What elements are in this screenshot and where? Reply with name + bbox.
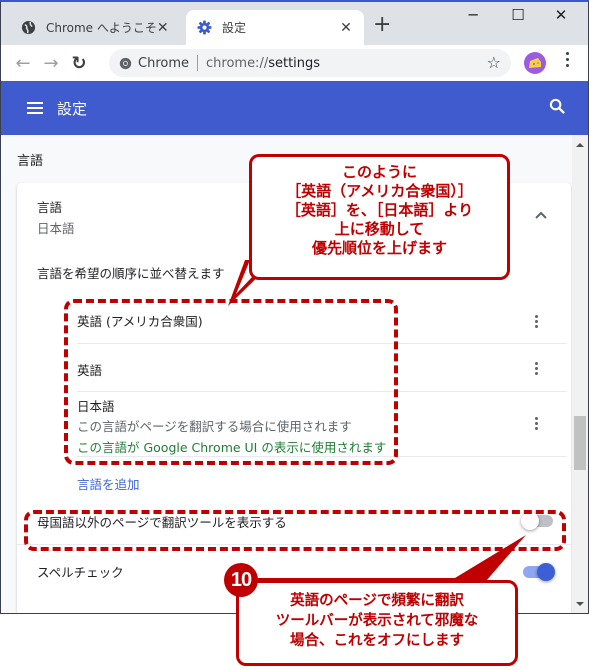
spellcheck-toggle[interactable]	[523, 563, 555, 581]
callout-line: 英語のページで頻繁に翻訳	[290, 593, 464, 609]
language-note: この言語がページを翻訳する場合に使用されます	[77, 419, 352, 434]
tab-label: Chrome へようこそ	[46, 21, 157, 35]
gear-icon	[196, 20, 212, 36]
address-bar[interactable]: Chrome chrome://settings ☆	[109, 49, 511, 77]
close-tab-icon[interactable]: ✕	[157, 20, 169, 36]
tab-settings[interactable]: 設定 ✕	[186, 10, 364, 45]
more-options-icon[interactable]	[533, 315, 539, 328]
close-window-button[interactable]: ✕	[546, 6, 576, 24]
separator	[197, 55, 198, 71]
add-language-link[interactable]: 言語を追加	[77, 474, 140, 493]
globe-icon	[21, 20, 36, 36]
callout-bottom: 英語のページで頻繁に翻訳 ツールバーが表示されて邪魔な 場合、これをオフにします	[236, 580, 518, 666]
tab-welcome[interactable]: Chrome へようこそ ✕	[11, 10, 171, 45]
search-icon[interactable]	[549, 98, 566, 119]
site-label: Chrome	[138, 55, 189, 71]
maximize-button[interactable]: ☐	[503, 6, 533, 24]
new-tab-button[interactable]: +	[373, 14, 391, 36]
callout-line: ［英語］を、［日本語］より	[285, 201, 474, 219]
minimize-button[interactable]: ─	[458, 6, 488, 24]
browser-toolbar: ← → ↻ Chrome chrome://settings ☆	[1, 45, 588, 81]
section-title: 言語	[17, 154, 44, 169]
more-options-icon[interactable]	[533, 417, 539, 430]
callout-top: このように ［英語（アメリカ合衆国）］ ［英語］を、［日本語］より 上に移動して…	[249, 154, 510, 280]
language-item: 日本語 この言語がページを翻訳する場合に使用されます この言語が Google …	[77, 392, 567, 457]
language-name: 英語	[77, 363, 103, 378]
forward-button[interactable]: →	[37, 53, 65, 74]
translate-offer-row: 母国語以外のページで翻訳ツールを表示する	[17, 495, 571, 545]
browser-window: Chrome へようこそ ✕ 設定 ✕ + ─ ☐ ✕ ← → ↻ Chrome…	[0, 0, 589, 614]
callout-line: 優先順位を上げます	[311, 239, 447, 257]
bookmark-star-icon[interactable]: ☆	[487, 53, 501, 72]
settings-header: 設定	[1, 81, 588, 135]
callout-line: 上に移動して	[334, 220, 425, 238]
scroll-up-arrow[interactable]	[576, 143, 584, 147]
chrome-logo-icon	[119, 57, 132, 70]
step-badge: 10	[224, 563, 258, 597]
url-host: settings	[268, 55, 321, 71]
back-button[interactable]: ←	[9, 53, 37, 74]
language-current-value: 日本語	[37, 221, 75, 236]
toggle-knob	[537, 563, 555, 581]
tab-label: 設定	[222, 21, 247, 35]
reload-button[interactable]: ↻	[65, 53, 93, 74]
language-name: 英語 (アメリカ合衆国)	[77, 314, 203, 329]
translate-offer-toggle[interactable]	[521, 512, 553, 530]
translate-offer-label: 母国語以外のページで翻訳ツールを表示する	[37, 515, 287, 530]
spellcheck-label: スペルチェック	[37, 565, 124, 580]
language-item: 英語	[77, 344, 567, 392]
browser-menu-icon[interactable]	[563, 52, 571, 67]
callout-line: 場合、これをオフにします	[290, 633, 464, 649]
language-name: 日本語	[77, 399, 115, 414]
callout-line: ツールバーが表示されて邪魔な	[275, 613, 479, 629]
more-options-icon[interactable]	[533, 362, 539, 375]
scrollbar[interactable]	[572, 135, 588, 613]
url-scheme: chrome://	[206, 55, 269, 71]
chevron-up-icon[interactable]	[535, 207, 547, 223]
scroll-down-arrow[interactable]	[576, 602, 584, 606]
close-tab-icon[interactable]: ✕	[336, 20, 356, 36]
scrollbar-thumb[interactable]	[574, 416, 586, 470]
tab-strip: Chrome へようこそ ✕ 設定 ✕ + ─ ☐ ✕	[1, 2, 588, 45]
callout-line: このように	[341, 163, 417, 181]
reorder-label: 言語を希望の順序に並べ替えます	[37, 266, 225, 281]
language-item: 英語 (アメリカ合衆国)	[77, 298, 567, 344]
profile-avatar[interactable]	[524, 52, 546, 74]
page-title: 設定	[57, 99, 88, 118]
language-note-ui: この言語が Google Chrome UI の表示に使用されます	[77, 440, 387, 455]
toggle-knob	[521, 512, 539, 530]
language-heading: 言語	[37, 200, 63, 215]
callout-line: ［英語（アメリカ合衆国）］	[286, 182, 473, 200]
badge-connector	[256, 578, 486, 581]
menu-icon[interactable]	[27, 102, 43, 114]
